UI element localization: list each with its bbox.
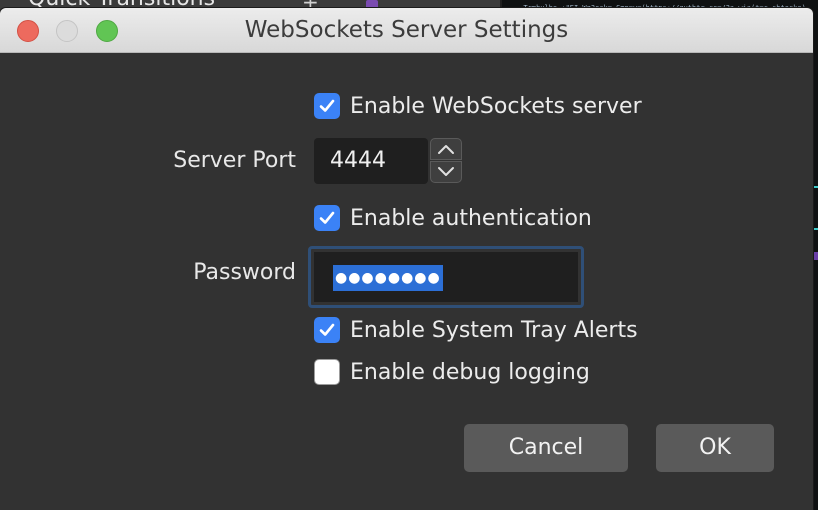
chevron-up-icon xyxy=(438,145,454,154)
zoom-window-button[interactable] xyxy=(96,20,118,42)
close-window-button[interactable] xyxy=(17,20,39,42)
enable-authentication-checkbox[interactable] xyxy=(314,205,340,231)
cancel-button[interactable]: Cancel xyxy=(464,424,628,472)
password-input[interactable]: ●●●●●●●● xyxy=(314,252,578,302)
password-selected-text: ●●●●●●●● xyxy=(333,265,443,291)
enable-authentication-label: Enable authentication xyxy=(350,205,592,231)
port-increment-button[interactable] xyxy=(430,138,462,160)
server-port-input[interactable]: 4444 xyxy=(314,138,428,184)
enable-tray-alerts-row[interactable]: Enable System Tray Alerts xyxy=(314,316,638,344)
password-label: Password xyxy=(193,260,296,285)
checkmark-icon xyxy=(319,99,335,112)
port-decrement-button[interactable] xyxy=(430,161,462,183)
enable-debug-logging-checkbox[interactable] xyxy=(314,359,340,385)
enable-websockets-server-checkbox[interactable] xyxy=(314,93,340,119)
websockets-settings-dialog: WebSockets Server Settings Enable WebSoc… xyxy=(0,8,813,510)
enable-debug-logging-label: Enable debug logging xyxy=(350,359,590,385)
minimize-window-button[interactable] xyxy=(56,20,78,42)
checkmark-icon xyxy=(319,211,335,224)
server-port-stepper[interactable] xyxy=(430,138,462,184)
server-port-label: Server Port xyxy=(173,148,296,173)
chevron-down-icon xyxy=(438,167,454,176)
enable-websockets-server-row[interactable]: Enable WebSockets server xyxy=(314,92,642,120)
title-bar: WebSockets Server Settings xyxy=(0,8,813,53)
window-title: WebSockets Server Settings xyxy=(244,17,569,43)
enable-tray-alerts-label: Enable System Tray Alerts xyxy=(350,317,638,343)
ok-button[interactable]: OK xyxy=(656,424,774,472)
enable-debug-logging-row[interactable]: Enable debug logging xyxy=(314,358,590,386)
checkmark-icon xyxy=(319,323,335,336)
enable-tray-alerts-checkbox[interactable] xyxy=(314,317,340,343)
enable-authentication-row[interactable]: Enable authentication xyxy=(314,204,592,232)
enable-websockets-server-label: Enable WebSockets server xyxy=(350,93,642,119)
